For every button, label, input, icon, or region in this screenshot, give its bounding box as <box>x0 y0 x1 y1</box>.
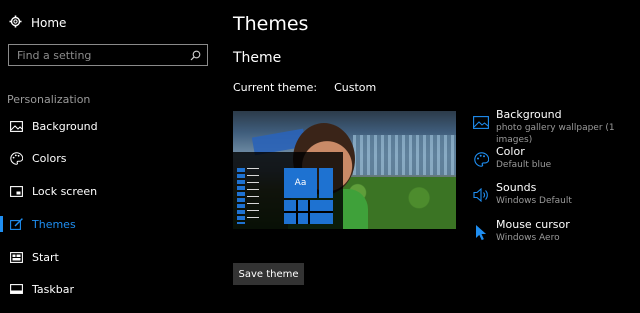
home-link[interactable]: Home <box>9 14 66 32</box>
preview-menu-lines <box>247 168 259 224</box>
theme-setting-mouse-cursor[interactable]: Mouse cursor Windows Aero <box>473 218 640 252</box>
save-theme-button[interactable]: Save theme <box>233 263 304 285</box>
start-icon <box>9 250 23 264</box>
page-title: Themes <box>233 13 309 35</box>
image-icon <box>9 119 23 133</box>
search-icon[interactable] <box>190 46 201 65</box>
sidebar-item-label: Colors <box>32 151 67 165</box>
image-icon <box>473 114 489 130</box>
preview-taskbar <box>237 168 245 224</box>
sidebar-item-start[interactable]: Start <box>0 245 220 269</box>
theme-setting-sounds[interactable]: Sounds Windows Default <box>473 181 640 215</box>
theme-preview: Aa <box>233 111 456 229</box>
theme-setting-color[interactable]: Color Default blue <box>473 145 640 179</box>
sidebar-item-lock-screen[interactable]: Lock screen <box>0 179 220 203</box>
preview-tile-narrow <box>319 168 333 198</box>
brush-icon <box>9 217 23 231</box>
setting-value: photo gallery wallpaper (1 images) <box>496 123 615 145</box>
setting-value: Windows Default <box>496 196 572 206</box>
sidebar-item-label: Taskbar <box>32 282 74 296</box>
preview-tiles-small <box>284 200 333 224</box>
current-theme-label: Current theme: <box>233 81 318 94</box>
setting-title: Color <box>496 145 525 158</box>
palette-icon <box>9 151 23 165</box>
preview-tile: Aa <box>284 168 317 198</box>
setting-title: Mouse cursor <box>496 218 570 231</box>
sidebar-item-label: Start <box>32 250 59 264</box>
sidebar-item-colors[interactable]: Colors <box>0 146 220 170</box>
preview-water <box>353 135 456 175</box>
sidebar: Home Personalization Background Colors L… <box>0 0 220 313</box>
setting-title: Sounds <box>496 181 537 194</box>
lock-screen-icon <box>9 184 23 198</box>
setting-title: Background <box>496 108 562 121</box>
gear-icon <box>9 15 22 31</box>
home-label: Home <box>31 16 67 30</box>
section-title: Theme <box>233 50 282 66</box>
sidebar-item-label: Background <box>32 119 98 133</box>
active-indicator <box>0 216 3 232</box>
sidebar-item-background[interactable]: Background <box>0 114 220 138</box>
cursor-icon <box>473 224 489 240</box>
speaker-icon <box>473 187 489 203</box>
sidebar-item-themes[interactable]: Themes <box>0 212 220 236</box>
palette-icon <box>473 151 489 167</box>
theme-setting-background[interactable]: Background photo gallery wallpaper (1 im… <box>473 108 640 145</box>
current-theme: Current theme: Custom <box>233 81 376 94</box>
sidebar-item-label: Lock screen <box>32 184 98 198</box>
sidebar-item-label: Themes <box>32 217 76 231</box>
search-box[interactable] <box>8 44 208 66</box>
taskbar-icon <box>9 282 23 296</box>
search-input[interactable] <box>17 48 187 62</box>
sidebar-item-taskbar[interactable]: Taskbar <box>0 277 220 301</box>
preview-start-menu: Aa <box>233 152 343 229</box>
section-label: Personalization <box>7 93 91 106</box>
main-content: Themes Theme Current theme: Custom Aa Ba… <box>233 0 640 313</box>
current-theme-value: Custom <box>334 81 377 94</box>
setting-value: Default blue <box>496 160 552 170</box>
setting-value: Windows Aero <box>496 233 560 243</box>
